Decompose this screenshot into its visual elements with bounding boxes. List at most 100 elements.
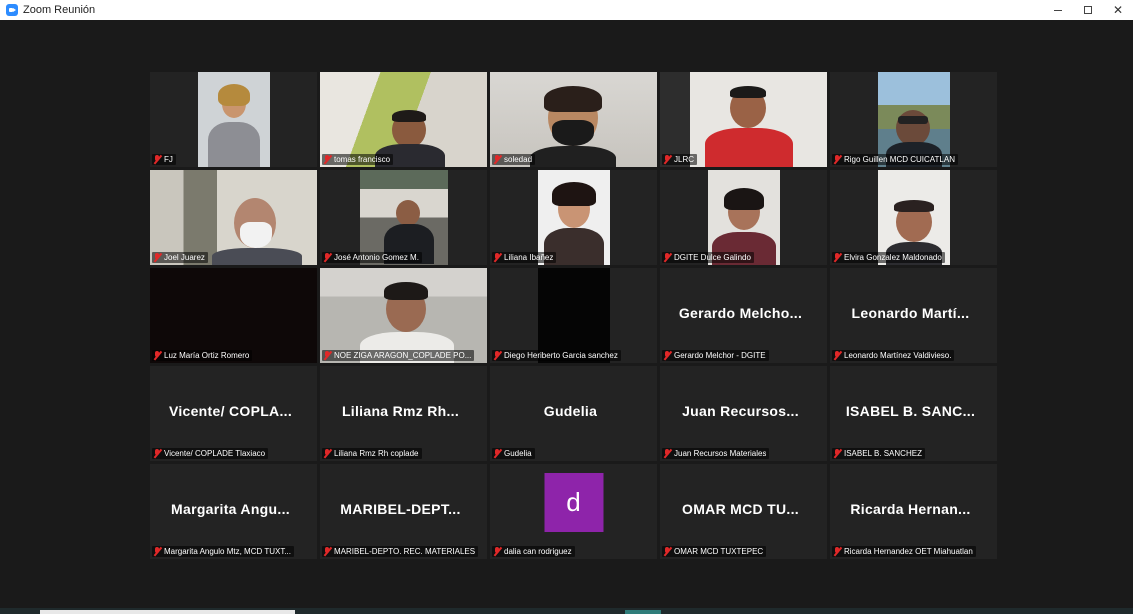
participant-name-label: DGITE Dulce Galindo: [662, 252, 754, 263]
participant-tile[interactable]: Rigo Guillen MCD CUICATLAN: [830, 72, 997, 167]
muted-mic-icon: [153, 253, 161, 262]
window-title: Zoom Reunión: [23, 4, 96, 16]
participant-tile[interactable]: Leonardo Martí... Leonardo Martínez Vald…: [830, 268, 997, 363]
participant-name-label: Vicente/ COPLADE Tlaxiaco: [152, 448, 269, 459]
restore-icon: [1084, 6, 1092, 14]
participant-tile[interactable]: Luz María Ortiz Romero: [150, 268, 317, 363]
participant-display-name: OMAR MCD TU...: [682, 501, 799, 517]
participant-tile[interactable]: ISABEL B. SANC... ISABEL B. SANCHEZ: [830, 366, 997, 461]
participant-tile[interactable]: Juan Recursos... Juan Recursos Materiale…: [660, 366, 827, 461]
participant-name-label: NOE ZIGA ARAGON_COPLADE PO...: [322, 350, 475, 361]
participant-video: [320, 72, 487, 167]
participant-name-label: JLRC: [662, 154, 698, 165]
muted-mic-icon: [493, 253, 501, 262]
participant-tile[interactable]: JLRC: [660, 72, 827, 167]
participant-display-name: Ricarda Hernan...: [850, 501, 971, 517]
participant-tile[interactable]: NOE ZIGA ARAGON_COPLADE PO...: [320, 268, 487, 363]
participant-tile[interactable]: MARIBEL-DEPT... MARIBEL-DEPTO. REC. MATE…: [320, 464, 487, 559]
close-button[interactable]: ✕: [1103, 0, 1133, 20]
participant-name-label: Margarita Angulo Mtz, MCD TUXT...: [152, 546, 294, 557]
participant-display-name: Liliana Rmz Rh...: [341, 403, 460, 419]
participant-grid: FJ tomas francisco soledad JLRC Rigo Gui…: [150, 72, 997, 559]
participant-name-label: Rigo Guillen MCD CUICATLAN: [832, 154, 958, 165]
participant-display-name: Juan Recursos...: [682, 403, 799, 419]
muted-mic-icon: [663, 351, 671, 360]
participant-tile[interactable]: d dalia can rodriguez: [490, 464, 657, 559]
muted-mic-icon: [663, 253, 671, 262]
close-icon: ✕: [1112, 3, 1124, 17]
participant-display-name: Leonardo Martí...: [851, 305, 970, 321]
participant-tile[interactable]: soledad: [490, 72, 657, 167]
taskbar-item[interactable]: [40, 610, 295, 614]
muted-mic-icon: [323, 449, 331, 458]
participant-video: [320, 268, 487, 363]
participant-tile[interactable]: DGITE Dulce Galindo: [660, 170, 827, 265]
participant-name-label: dalia can rodriguez: [492, 546, 575, 557]
participant-tile[interactable]: Liliana Rmz Rh... Liliana Rmz Rh coplade: [320, 366, 487, 461]
participant-video: [490, 72, 657, 167]
participant-tile[interactable]: Gerardo Melcho... Gerardo Melchor - DGIT…: [660, 268, 827, 363]
participant-video: [150, 170, 317, 265]
participant-tile[interactable]: Joel Juarez: [150, 170, 317, 265]
participant-name-label: Gerardo Melchor - DGITE: [662, 350, 769, 361]
muted-mic-icon: [153, 351, 161, 360]
minimize-button[interactable]: [1043, 0, 1073, 20]
participant-name-label: Luz María Ortiz Romero: [152, 350, 253, 361]
participant-tile[interactable]: Ricarda Hernan... Ricarda Hernandez OET …: [830, 464, 997, 559]
participant-video: [877, 170, 950, 265]
participant-display-name: Margarita Angu...: [171, 501, 290, 517]
participant-name-label: Liliana Ibañez: [492, 252, 557, 263]
muted-mic-icon: [323, 547, 331, 556]
participant-tile[interactable]: Elvira Gonzalez Maldonado: [830, 170, 997, 265]
participant-tile[interactable]: Liliana Ibañez: [490, 170, 657, 265]
participant-name-label: Elvira Gonzalez Maldonado: [832, 252, 945, 263]
muted-mic-icon: [663, 449, 671, 458]
participant-video: [359, 170, 448, 265]
participant-name-label: Leonardo Martínez Valdivieso.: [832, 350, 955, 361]
title-bar: Zoom Reunión ✕: [0, 0, 1133, 20]
muted-mic-icon: [663, 547, 671, 556]
muted-mic-icon: [833, 351, 841, 360]
participant-avatar: d: [544, 473, 603, 532]
muted-mic-icon: [153, 449, 161, 458]
participant-video: [537, 170, 610, 265]
participant-video: [877, 72, 950, 167]
muted-mic-icon: [153, 155, 161, 164]
zoom-app-icon: [6, 4, 18, 16]
participant-name-label: MARIBEL-DEPTO. REC. MATERIALES: [322, 546, 479, 557]
muted-mic-icon: [153, 547, 161, 556]
muted-mic-icon: [493, 449, 501, 458]
minimize-icon: [1054, 9, 1062, 11]
participant-tile[interactable]: tomas francisco: [320, 72, 487, 167]
participant-name-label: Joel Juarez: [152, 252, 208, 263]
participant-name-label: Diego Heriberto Garcia sanchez: [492, 350, 621, 361]
muted-mic-icon: [833, 547, 841, 556]
participant-display-name: ISABEL B. SANC...: [845, 403, 976, 419]
participant-name-label: soledad: [492, 154, 536, 165]
participant-video: [537, 268, 610, 363]
taskbar-strip: [0, 608, 1133, 614]
taskbar-item[interactable]: [625, 610, 661, 614]
muted-mic-icon: [833, 253, 841, 262]
maximize-button[interactable]: [1073, 0, 1103, 20]
participant-video: [707, 170, 780, 265]
participant-tile[interactable]: Gudelia Gudelia: [490, 366, 657, 461]
participant-name-label: José Antonio Gomez M.: [322, 252, 422, 263]
participant-tile[interactable]: FJ: [150, 72, 317, 167]
participant-tile[interactable]: OMAR MCD TU... OMAR MCD TUXTEPEC: [660, 464, 827, 559]
participant-tile[interactable]: José Antonio Gomez M.: [320, 170, 487, 265]
participant-name-label: FJ: [152, 154, 176, 165]
muted-mic-icon: [833, 449, 841, 458]
participant-name-label: Gudelia: [492, 448, 535, 459]
participant-display-name: Gerardo Melcho...: [678, 305, 803, 321]
participant-tile[interactable]: Vicente/ COPLA... Vicente/ COPLADE Tlaxi…: [150, 366, 317, 461]
muted-mic-icon: [493, 155, 501, 164]
participant-name-label: Ricarda Hernandez OET Miahuatlan: [832, 546, 976, 557]
participant-tile[interactable]: Margarita Angu... Margarita Angulo Mtz, …: [150, 464, 317, 559]
muted-mic-icon: [323, 253, 331, 262]
muted-mic-icon: [323, 155, 331, 164]
participant-tile[interactable]: Diego Heriberto Garcia sanchez: [490, 268, 657, 363]
muted-mic-icon: [663, 155, 671, 164]
participant-name-label: OMAR MCD TUXTEPEC: [662, 546, 767, 557]
window-controls: ✕: [1043, 0, 1133, 20]
